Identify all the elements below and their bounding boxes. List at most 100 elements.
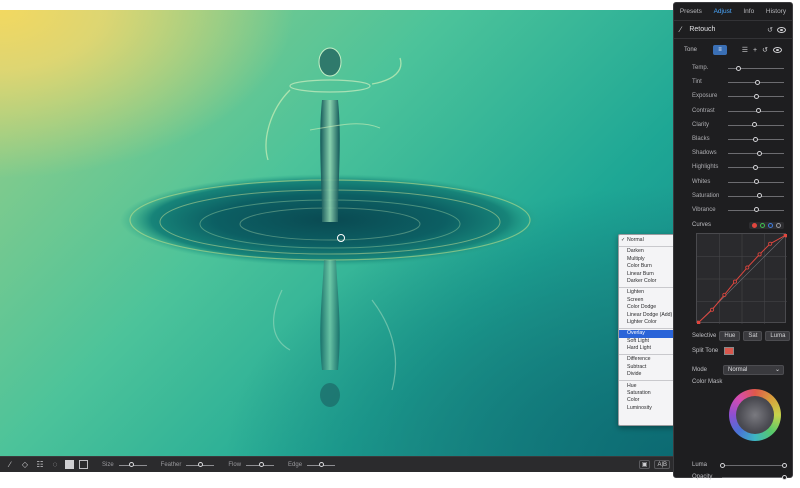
size-slider[interactable] <box>118 461 147 468</box>
visibility-eye-icon[interactable] <box>777 26 786 33</box>
slider-track[interactable] <box>728 164 784 170</box>
hue-button[interactable]: Hue <box>719 331 741 342</box>
curve-point[interactable] <box>732 279 737 284</box>
sat-button[interactable]: Sat <box>743 331 763 342</box>
curve-channel-dot[interactable] <box>760 222 765 228</box>
blend-mode-item[interactable]: Color Burn <box>619 263 674 270</box>
opacity-slider[interactable] <box>722 474 787 480</box>
slider-track[interactable] <box>728 193 784 199</box>
blend-mode-item[interactable]: Screen <box>619 297 674 304</box>
lasso-icon[interactable]: ◌ <box>50 460 60 470</box>
split-tone-swatch[interactable] <box>724 347 735 356</box>
blend-mode-item[interactable]: Multiply <box>619 256 674 263</box>
slider-knob[interactable] <box>318 461 324 467</box>
blend-mode-item[interactable]: Color <box>619 397 674 404</box>
blend-mode-item[interactable]: Overlay <box>619 330 674 338</box>
curve-channel-dot[interactable] <box>752 222 757 228</box>
slider-knob[interactable] <box>752 136 758 142</box>
tone-sliders-button[interactable]: ≡ <box>713 45 728 55</box>
ab-compare-button[interactable]: A|B <box>654 460 670 469</box>
mode-value: Normal <box>728 367 748 374</box>
blend-mode-item[interactable]: Lighten <box>619 289 674 296</box>
reset-icon[interactable]: ↺ <box>767 26 773 34</box>
slider-knob[interactable] <box>753 179 759 185</box>
luma-min-knob[interactable] <box>719 462 725 468</box>
blend-mode-item[interactable]: Luminosity <box>619 405 674 412</box>
blend-mode-item[interactable]: Darker Color <box>619 278 674 285</box>
slider-knob[interactable] <box>753 93 759 99</box>
grid-icon[interactable]: ☷ <box>35 460 45 470</box>
blend-mode-item[interactable]: Linear Burn <box>619 271 674 278</box>
size-control: Size <box>102 461 147 468</box>
blend-mode-item[interactable]: Lighter Color <box>619 319 674 326</box>
slider-track[interactable] <box>728 179 784 185</box>
add-icon[interactable]: + <box>753 47 757 54</box>
blend-mode-item[interactable]: ✓ Normal <box>619 237 674 244</box>
slider-knob[interactable] <box>735 65 741 71</box>
blend-mode-item[interactable]: Darken <box>619 248 674 255</box>
blend-mode-item[interactable]: Color Dodge <box>619 304 674 311</box>
clear-mask-icon[interactable] <box>79 460 88 469</box>
slider-knob[interactable] <box>755 108 761 114</box>
slider-track[interactable] <box>728 207 784 213</box>
slider-knob[interactable] <box>197 461 203 467</box>
blend-mode-item[interactable]: Difference <box>619 356 674 363</box>
edge-slider[interactable] <box>307 461 336 468</box>
slider-knob[interactable] <box>128 461 134 467</box>
blend-mode-item[interactable]: Hard Light <box>619 345 674 352</box>
blend-mode-item[interactable]: Soft Light <box>619 338 674 345</box>
slider-track[interactable] <box>728 79 784 85</box>
curves-editor[interactable] <box>695 232 789 326</box>
curve-point[interactable] <box>710 307 715 312</box>
slider-knob[interactable] <box>753 207 759 213</box>
tab-info[interactable]: Info <box>743 8 754 15</box>
slider-knob[interactable] <box>754 79 760 85</box>
blend-mode-item[interactable]: Hue <box>619 383 674 390</box>
opacity-knob[interactable] <box>781 474 787 480</box>
undo-icon[interactable]: ↺ <box>762 46 768 54</box>
curve-point[interactable] <box>783 232 789 238</box>
slider-knob[interactable] <box>757 150 763 156</box>
slider-knob[interactable] <box>756 193 762 199</box>
slider-track[interactable] <box>728 122 784 128</box>
tab-history[interactable]: History <box>766 8 786 15</box>
curve-point[interactable] <box>768 241 773 246</box>
luma-button[interactable]: Luma <box>765 331 791 342</box>
curve-graph[interactable] <box>695 232 789 326</box>
feather-slider[interactable] <box>186 461 215 468</box>
curve-point[interactable] <box>745 265 750 270</box>
list-icon[interactable]: ☰ <box>742 46 748 54</box>
blend-mode-item[interactable]: Linear Dodge (Add) <box>619 312 674 319</box>
blend-mode-item[interactable]: Divide <box>619 371 674 378</box>
blend-mode-item[interactable]: Saturation <box>619 390 674 397</box>
slider-track[interactable] <box>728 65 784 71</box>
slider-knob[interactable] <box>752 164 758 170</box>
curve-channel-dot[interactable] <box>776 222 781 228</box>
blend-mode-label: Lighten <box>627 289 645 296</box>
curve-point[interactable] <box>757 252 762 257</box>
slider-track[interactable] <box>728 108 784 114</box>
slider-knob[interactable] <box>752 122 758 128</box>
tone-visibility-eye-icon[interactable] <box>773 47 782 53</box>
curve-point[interactable] <box>695 320 701 326</box>
tab-presets[interactable]: Presets <box>680 8 702 15</box>
compare-icon[interactable]: ▣ <box>638 460 651 469</box>
luma-max-knob[interactable] <box>781 462 787 468</box>
flow-slider[interactable] <box>246 461 275 468</box>
slider-knob[interactable] <box>258 461 264 467</box>
luma-slider[interactable] <box>719 462 787 468</box>
mode-select[interactable]: Normal ⌄ <box>723 365 784 376</box>
eraser-icon[interactable]: ◇ <box>20 460 30 470</box>
blend-mode-item[interactable]: Subtract <box>619 364 674 371</box>
curves-label: Curves <box>692 222 712 229</box>
color-wheel[interactable] <box>729 389 781 442</box>
fill-mask-icon[interactable] <box>65 460 74 469</box>
slider-track[interactable] <box>728 93 784 99</box>
slider-track[interactable] <box>728 136 784 142</box>
photo-canvas[interactable] <box>0 10 676 456</box>
slider-track[interactable] <box>728 150 784 156</box>
tab-adjust[interactable]: Adjust <box>714 8 732 15</box>
curve-channel-dot[interactable] <box>768 222 773 228</box>
curve-point[interactable] <box>722 292 727 297</box>
brush-icon[interactable]: ∕ <box>5 460 15 470</box>
